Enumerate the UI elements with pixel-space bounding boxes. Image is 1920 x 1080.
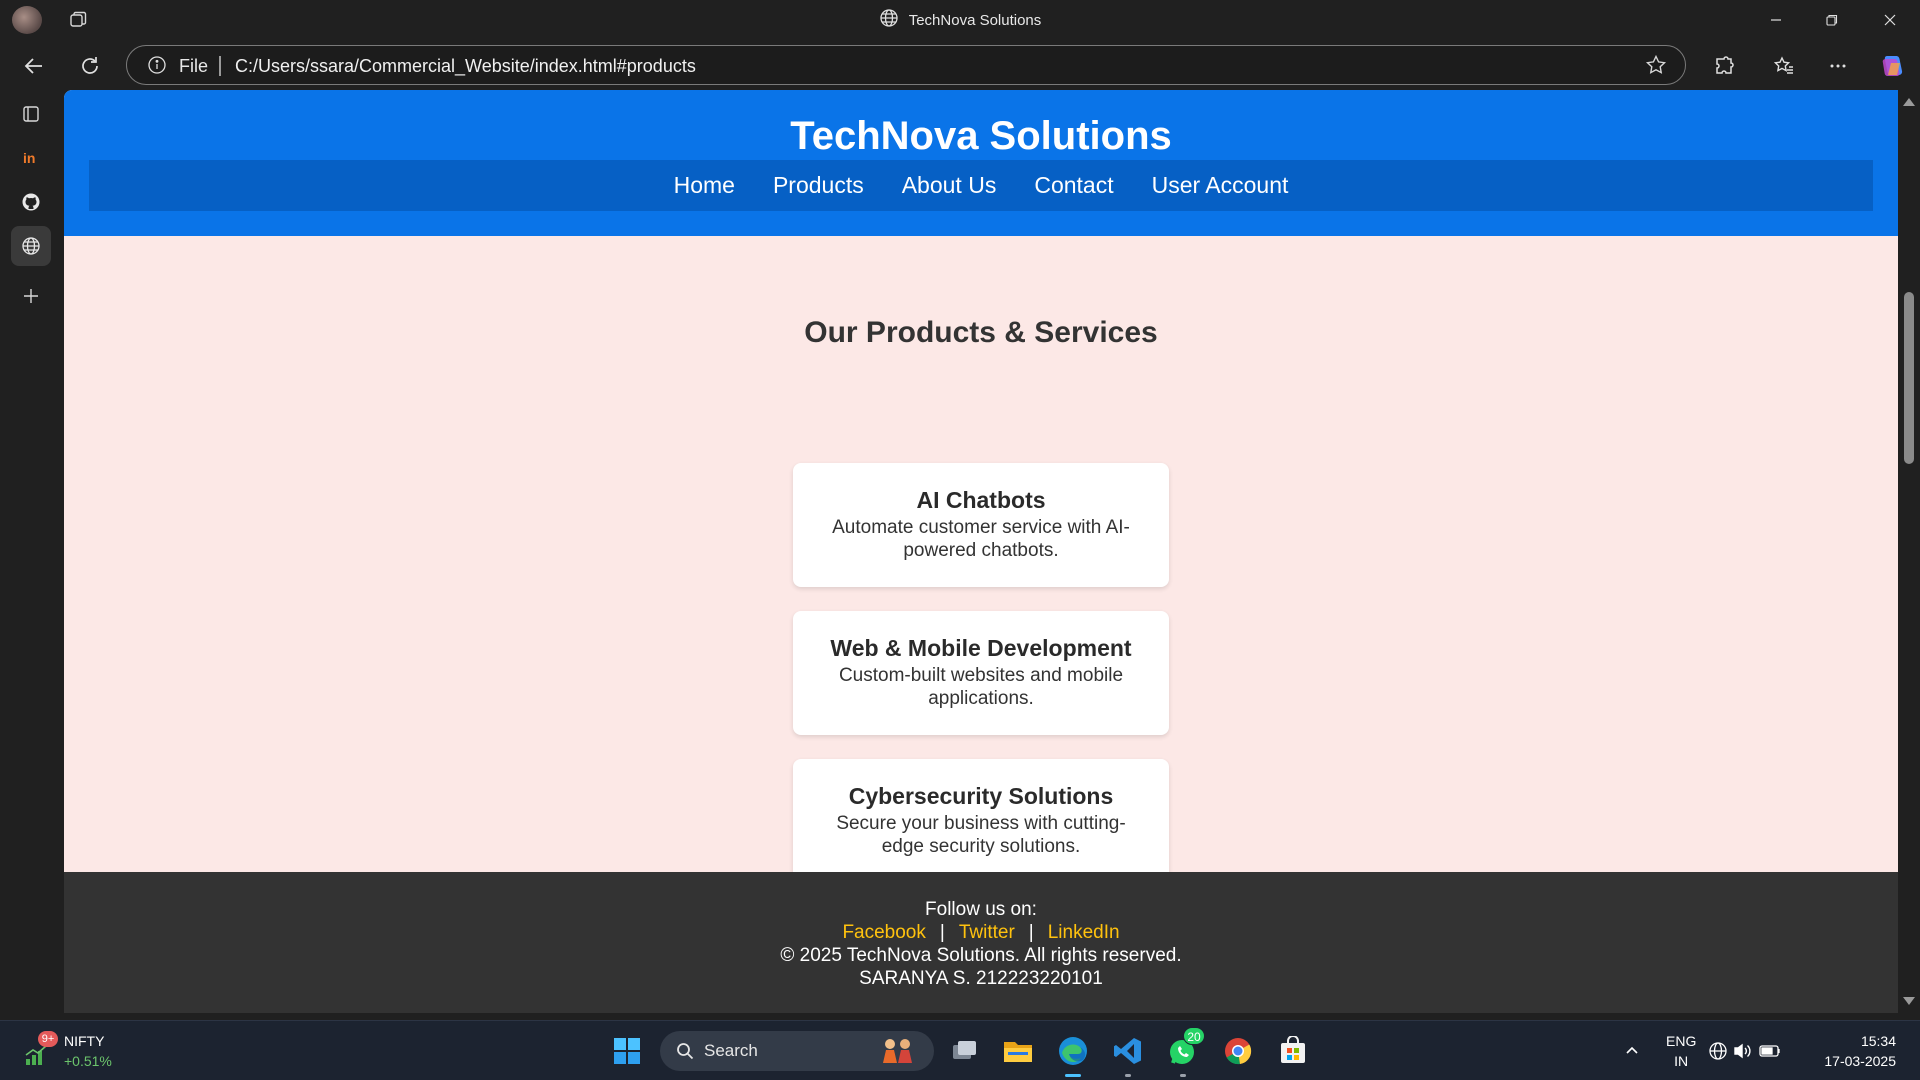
whatsapp-icon[interactable]: 20 (1163, 1027, 1205, 1077)
favorites-icon[interactable] (1766, 48, 1802, 84)
window-title: TechNova Solutions (908, 11, 1042, 29)
volume-icon (1734, 1043, 1751, 1059)
profile-avatar[interactable] (12, 6, 42, 34)
stock-chart-icon (25, 1045, 47, 1065)
whatsapp-badge: 20 (1183, 1027, 1205, 1045)
notification-badge: 9+ (38, 1031, 58, 1047)
svg-text:in: in (23, 150, 35, 166)
author-text: SARANYA S. 212223220101 (859, 968, 1103, 989)
page-viewport: TechNova Solutions Home Products About U… (64, 90, 1898, 1013)
nav-contact[interactable]: Contact (1015, 172, 1132, 199)
site-title: TechNova Solutions (790, 114, 1172, 158)
new-tab-button[interactable] (11, 276, 51, 316)
network-globe-icon (1709, 1042, 1727, 1060)
microsoft-store-icon[interactable] (1273, 1031, 1313, 1071)
back-button[interactable] (16, 48, 52, 84)
show-hidden-icons-chevron-icon[interactable] (1612, 1031, 1652, 1071)
favorite-star-icon[interactable] (1645, 54, 1667, 76)
product-card-description: Automate customer service with AI-powere… (832, 517, 1130, 561)
info-icon[interactable] (147, 55, 167, 75)
windows-start-icon[interactable] (607, 1031, 647, 1071)
products-heading: Our Products & Services (804, 316, 1158, 349)
more-menu-icon[interactable] (1820, 48, 1856, 84)
tab-globe-icon (879, 8, 899, 32)
product-card-title: AI Chatbots (916, 487, 1046, 513)
nav-about-us[interactable]: About Us (883, 172, 1016, 199)
page-scrollbar[interactable] (1898, 90, 1920, 1013)
open-app-indicator (1180, 1074, 1186, 1077)
twitter-link[interactable]: Twitter (959, 922, 1015, 943)
social-links: Facebook | Twitter | LinkedIn (64, 921, 1898, 944)
clock-date: 17-03-2025 (1824, 1053, 1896, 1069)
close-window-button[interactable] (1862, 0, 1918, 40)
products-section: Our Products & Services AI Chatbots Auto… (64, 236, 1898, 883)
taskbar-search[interactable]: Search (660, 1031, 934, 1071)
tab-github-icon[interactable] (11, 182, 51, 222)
copilot-icon[interactable] (1874, 48, 1910, 84)
tab-actions-icon[interactable] (11, 94, 51, 134)
search-highlight-icon (883, 1039, 912, 1063)
taskbar: 9+ NIFTY +0.51% Search 20 ENG IN 15:34 1… (0, 1020, 1920, 1080)
open-app-indicator (1125, 1074, 1131, 1077)
linkedin-link[interactable]: LinkedIn (1048, 922, 1120, 943)
vertical-tab-strip: in (0, 90, 62, 1020)
search-icon (677, 1043, 694, 1060)
region-code: IN (1674, 1053, 1689, 1069)
product-card-title: Cybersecurity Solutions (848, 783, 1114, 809)
workspaces-icon[interactable] (66, 8, 90, 32)
browser-toolbar: File C:/Users/ssara/Commercial_Website/i… (0, 44, 1920, 86)
scroll-down-arrow-icon[interactable] (1903, 997, 1915, 1005)
site-nav: Home Products About Us Contact User Acco… (89, 160, 1873, 211)
url-text[interactable]: C:/Users/ssara/Commercial_Website/index.… (235, 56, 696, 77)
product-card-cybersecurity: Cybersecurity Solutions Secure your busi… (793, 759, 1169, 883)
file-explorer-icon[interactable] (998, 1031, 1038, 1071)
input-language[interactable]: ENG IN (1666, 1031, 1696, 1071)
nifty-label: NIFTY (64, 1033, 105, 1049)
product-card-web-mobile: Web & Mobile Development Custom-built we… (793, 611, 1169, 735)
product-card-description: Custom-built websites and mobile applica… (838, 665, 1124, 709)
nav-products[interactable]: Products (754, 172, 883, 199)
nav-home[interactable]: Home (655, 172, 754, 199)
system-clock[interactable]: 15:34 17-03-2025 (1816, 1031, 1896, 1071)
refresh-button[interactable] (72, 48, 108, 84)
link-separator: | (939, 922, 945, 943)
site-footer: Follow us on: Facebook | Twitter | LinkedIn … (64, 872, 1898, 1013)
product-card-title: Web & Mobile Development (830, 635, 1132, 661)
browser-title-bar: TechNova Solutions (0, 0, 1920, 40)
vscode-icon[interactable] (1108, 1031, 1148, 1077)
extensions-icon[interactable] (1706, 48, 1742, 84)
edge-browser-icon[interactable] (1053, 1031, 1093, 1077)
battery-icon (1759, 1045, 1780, 1057)
active-app-indicator (1065, 1074, 1081, 1077)
tab-in-logo-icon[interactable]: in (11, 138, 51, 178)
copyright-text: © 2025 TechNova Solutions. All rights re… (780, 945, 1182, 966)
follow-us-text: Follow us on: (925, 899, 1037, 920)
language-code: ENG (1666, 1033, 1697, 1049)
facebook-link[interactable]: Facebook (842, 922, 925, 943)
chrome-icon[interactable] (1218, 1031, 1258, 1071)
product-card-description: Secure your business with cutting-edge s… (836, 813, 1126, 857)
link-separator: | (1028, 922, 1034, 943)
nifty-widget[interactable]: 9+ NIFTY +0.51% (22, 1031, 142, 1075)
address-bar[interactable]: File C:/Users/ssara/Commercial_Website/i… (126, 45, 1686, 85)
scheme-label: File (179, 56, 209, 76)
clock-time: 15:34 (1860, 1033, 1896, 1049)
system-tray[interactable] (1708, 1031, 1788, 1071)
tab-technova[interactable] (11, 226, 51, 266)
site-header: TechNova Solutions Home Products About U… (64, 90, 1898, 236)
nifty-change: +0.51% (64, 1053, 112, 1069)
nav-user-account[interactable]: User Account (1133, 172, 1308, 199)
product-card-ai-chatbots: AI Chatbots Automate customer service wi… (793, 463, 1169, 587)
address-divider (219, 56, 221, 76)
search-label: Search (704, 1041, 758, 1060)
minimize-button[interactable] (1748, 0, 1804, 40)
scrollbar-thumb[interactable] (1904, 292, 1914, 464)
task-view-icon[interactable] (944, 1031, 984, 1071)
restore-button[interactable] (1804, 0, 1860, 40)
scroll-up-arrow-icon[interactable] (1903, 98, 1915, 106)
